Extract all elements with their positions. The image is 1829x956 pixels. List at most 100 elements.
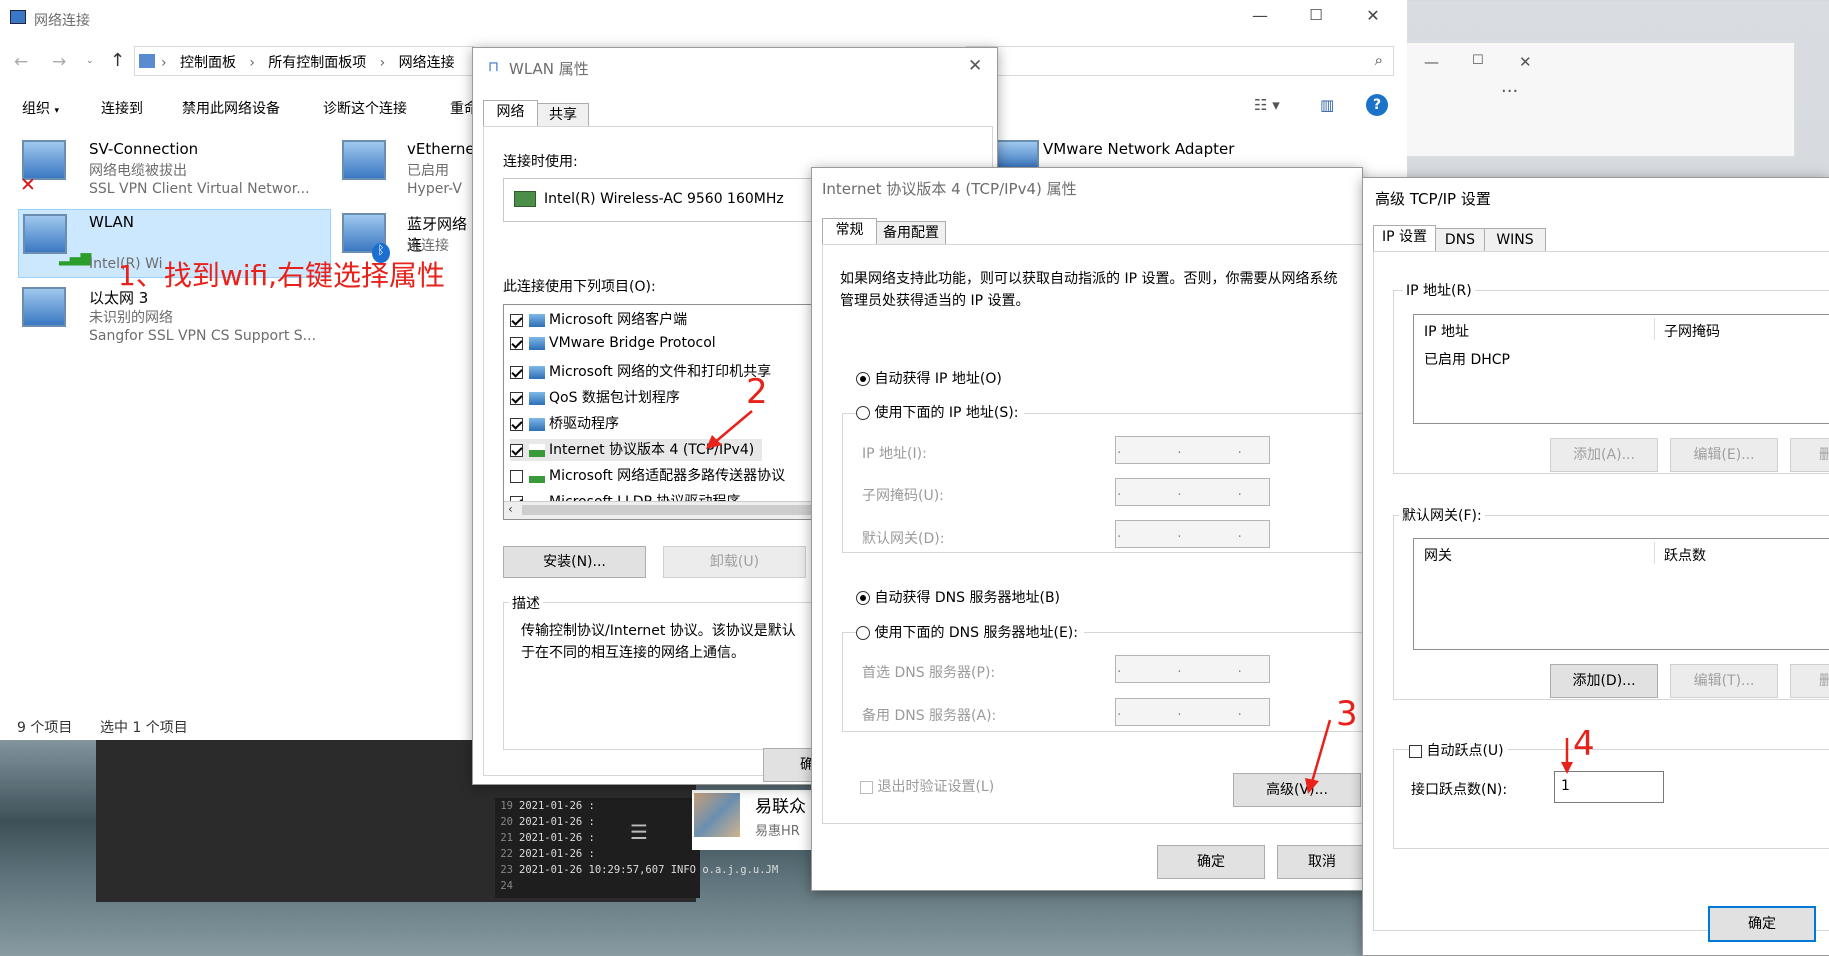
connect-to-button[interactable]: 连接到 (101, 98, 143, 118)
ip-edit-button[interactable]: 编辑(E)... (1670, 438, 1778, 472)
auto-dns-radio[interactable] (856, 591, 870, 605)
protocol-checkbox[interactable] (510, 336, 523, 350)
gateway-delete-button[interactable]: 删 (1790, 664, 1829, 698)
auto-metric-checkbox[interactable] (1409, 744, 1422, 758)
dialog-title: WLAN 属性 (509, 60, 589, 78)
validate-checkbox[interactable] (860, 780, 873, 794)
ok-button[interactable]: 确定 (1157, 845, 1265, 879)
items-list[interactable]: Microsoft 网络客户端 VMware Bridge Protocol Mic… (503, 304, 833, 520)
protocol-icon (529, 469, 545, 483)
protocol-item[interactable]: Microsoft 网络的文件和打印机共享 (510, 361, 771, 383)
more-icon[interactable]: ··· (1501, 81, 1518, 102)
close-icon[interactable]: ✕ (968, 56, 982, 76)
manual-dns-radio[interactable] (856, 626, 870, 640)
protocol-item[interactable]: VMware Bridge Protocol (510, 335, 716, 357)
terminal-line: 23 2021-01-26 10:29:57,607 INFO o.a.j.g.u… (495, 864, 778, 876)
minimize-button[interactable]: — (1237, 6, 1283, 32)
recent-dropdown-icon[interactable]: ⌄ (86, 56, 94, 66)
uninstall-button[interactable]: 卸载(U) (663, 546, 806, 578)
organize-menu[interactable]: 组织 ▾ (22, 98, 59, 118)
metric-col-header[interactable]: 跃点数 (1664, 545, 1706, 565)
address-bar[interactable]: › 控制面板 › 所有控制面板项 › 网络连接 (134, 46, 474, 76)
scroll-left-icon[interactable]: ‹ (508, 502, 513, 516)
auto-ip-option[interactable]: 自动获得 IP 地址(O) (856, 368, 1002, 388)
line-text: 2021-01-26 : (519, 848, 595, 860)
manual-ip-radio[interactable] (856, 406, 870, 420)
protocol-item[interactable]: Microsoft 网络适配器多路传送器协议 (510, 465, 785, 487)
nav-up-icon[interactable]: ↑ (110, 50, 125, 71)
auto-dns-option[interactable]: 自动获得 DNS 服务器地址(B) (856, 587, 1060, 607)
preferred-dns-label: 首选 DNS 服务器(P): (862, 665, 996, 681)
manual-ip-option[interactable]: 使用下面的 IP 地址(S): (856, 402, 1025, 422)
breadcrumb-sep: › (379, 55, 386, 71)
manual-dns-option[interactable]: 使用下面的 DNS 服务器地址(E): (856, 622, 1084, 642)
ok-button[interactable]: 确定 (1708, 906, 1816, 942)
gateway-add-button[interactable]: 添加(D)... (1550, 664, 1658, 698)
ip-col-header[interactable]: IP 地址 (1424, 321, 1469, 341)
control-panel-icon (139, 54, 155, 68)
nav-back-icon[interactable]: ← (14, 52, 28, 72)
auto-ip-radio[interactable] (856, 372, 870, 386)
diagnose-button[interactable]: 诊断这个连接 (323, 98, 407, 118)
nav-forward-icon[interactable]: → (52, 52, 66, 72)
ip-address-list[interactable]: IP 地址 子网掩码 已启用 DHCP (1413, 314, 1829, 424)
tab-wins[interactable]: WINS (1484, 228, 1546, 252)
maximize-button[interactable]: ☐ (1293, 6, 1339, 32)
chat-snippet[interactable]: 易联众 易惠HR (692, 790, 812, 850)
protocol-checkbox[interactable] (510, 443, 523, 457)
gateway-edit-button[interactable]: 编辑(T)... (1670, 664, 1778, 698)
protocol-checkbox[interactable] (510, 417, 523, 431)
ip-address-field[interactable]: . . . (1115, 436, 1270, 464)
tab-sharing[interactable]: 共享 (537, 103, 589, 127)
search-icon[interactable]: ⌕ (1375, 51, 1383, 69)
preview-pane-icon[interactable]: ▥ (1320, 96, 1334, 114)
breadcrumb-item-network[interactable]: 网络连接 (399, 55, 455, 71)
preferred-dns-field[interactable]: . . . (1115, 655, 1270, 683)
protocol-checkbox[interactable] (510, 469, 523, 483)
maximize-icon[interactable]: ☐ (1472, 53, 1484, 68)
ip-delete-button[interactable]: 删 (1790, 438, 1829, 472)
protocol-checkbox[interactable] (510, 313, 523, 327)
terminal-line: 22 2021-01-26 : (495, 848, 595, 860)
subnet-mask-field[interactable]: . . . (1115, 478, 1270, 506)
connection-item-sv[interactable]: ✕ SV-Connection 网络电缆被拔出 SSL VPN Client V… (18, 136, 328, 206)
validate-option[interactable]: 退出时验证设置(L) (860, 776, 994, 796)
breadcrumb-item-all-items[interactable]: 所有控制面板项 (268, 55, 366, 71)
disable-device-button[interactable]: 禁用此网络设备 (182, 98, 280, 118)
protocol-item[interactable]: QoS 数据包计划程序 (510, 387, 680, 409)
protocol-item[interactable]: Microsoft 网络客户端 (510, 309, 687, 331)
col-divider (1654, 542, 1655, 564)
cancel-button[interactable]: 取消 (1277, 845, 1367, 879)
help-icon[interactable]: ? (1366, 94, 1388, 116)
tab-ip-settings[interactable]: IP 设置 (1373, 225, 1436, 252)
default-gateway-field[interactable]: . . . (1115, 520, 1270, 548)
protocol-icon (529, 443, 545, 457)
minimize-icon[interactable]: — (1424, 53, 1439, 71)
tab-general[interactable]: 常规 (822, 218, 877, 245)
scroll-thumb[interactable] (522, 505, 822, 515)
gateway-col-header[interactable]: 网关 (1424, 545, 1452, 565)
tab-network[interactable]: 网络 (483, 100, 538, 127)
tab-dns[interactable]: DNS (1435, 228, 1485, 252)
connection-item-vethernet[interactable]: vEtherne 已启用 Hyper-V (336, 136, 476, 206)
protocol-checkbox[interactable] (510, 391, 523, 405)
search-box[interactable]: ⌕ (966, 46, 1394, 76)
breadcrumb-item-control-panel[interactable]: 控制面板 (180, 55, 236, 71)
close-icon[interactable]: ✕ (1519, 53, 1532, 71)
protocol-checkbox[interactable] (510, 365, 523, 379)
mask-col-header[interactable]: 子网掩码 (1664, 321, 1720, 341)
install-button[interactable]: 安装(N)... (503, 546, 646, 578)
horizontal-scrollbar[interactable]: ‹ (504, 501, 832, 519)
protocol-item[interactable]: 桥驱动程序 (510, 413, 619, 435)
gateway-list[interactable]: 网关 跃点数 (1413, 538, 1829, 650)
close-button[interactable]: ✕ (1350, 6, 1396, 32)
ip-add-button[interactable]: 添加(A)... (1550, 438, 1658, 472)
view-options-icon[interactable]: ☷ ▾ (1254, 96, 1280, 114)
menu-icon[interactable]: ☰ (630, 820, 648, 844)
alternate-dns-field[interactable]: . . . (1115, 698, 1270, 726)
auto-metric-option[interactable]: 自动跃点(U) (1409, 740, 1508, 760)
dhcp-row[interactable]: 已启用 DHCP (1424, 349, 1510, 369)
connection-device: Sangfor SSL VPN CS Support S... (89, 328, 317, 344)
advanced-button[interactable]: 高级(V)... (1233, 773, 1361, 807)
tab-alternate[interactable]: 备用配置 (876, 221, 946, 245)
